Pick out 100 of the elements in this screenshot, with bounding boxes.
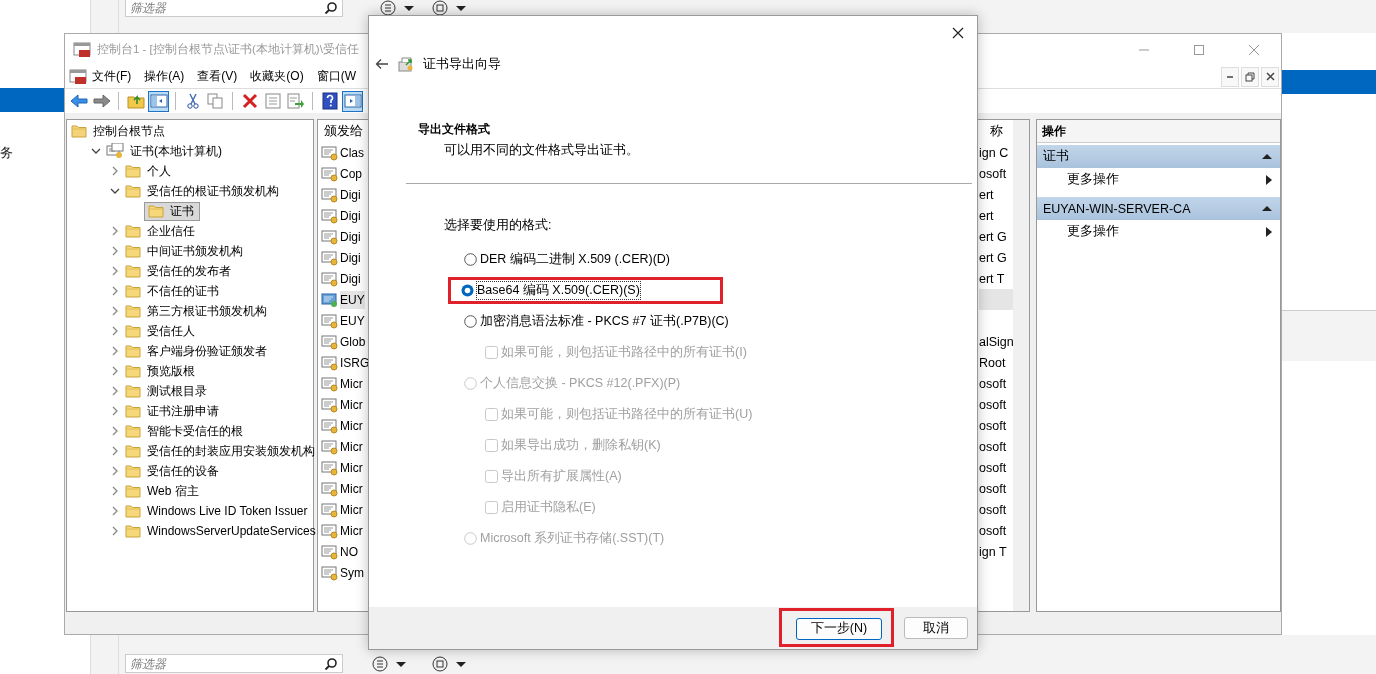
table-cell[interactable]: Digi [340, 185, 361, 204]
scrollbar[interactable] [1013, 120, 1029, 611]
option-label[interactable]: DER 编码二进制 X.509 (.CER)(D) [480, 251, 671, 268]
search-icon[interactable] [324, 1, 338, 15]
tree-item[interactable]: 测试根目录 [145, 382, 209, 400]
table-cell[interactable]: Micr [340, 437, 363, 456]
radio-button[interactable] [464, 315, 477, 328]
maximize-icon[interactable] [1192, 43, 1205, 56]
table-cell[interactable]: EUY [340, 290, 365, 309]
tree-item[interactable]: 受信任的封装应用安装颁发机构 [145, 442, 317, 460]
table-cell[interactable]: Digi [340, 227, 361, 246]
collapsed-chevron-icon[interactable] [110, 226, 120, 236]
tree-item[interactable]: Web 宿主 [145, 482, 201, 500]
action-item[interactable]: 更多操作 [1037, 220, 1280, 243]
collapse-icon[interactable] [1262, 153, 1272, 160]
close-button[interactable] [1261, 66, 1279, 87]
next-button[interactable]: 下一步(N) [796, 617, 882, 640]
collapsed-chevron-icon[interactable] [110, 266, 120, 276]
table-cell[interactable]: Micr [340, 479, 363, 498]
collapsed-chevron-icon[interactable] [110, 166, 120, 176]
table-cell[interactable]: Micr [340, 458, 363, 477]
filter-field[interactable]: 筛选器 [125, 654, 343, 673]
radio-button[interactable] [461, 284, 474, 297]
table-cell[interactable]: Micr [340, 500, 363, 519]
collapsed-chevron-icon[interactable] [110, 446, 120, 456]
tree-item[interactable]: 中间证书颁发机构 [145, 242, 245, 260]
cancel-button[interactable]: 取消 [904, 617, 968, 639]
table-cell[interactable]: Micr [340, 395, 363, 414]
help-button[interactable] [319, 90, 340, 112]
export-button[interactable] [285, 90, 306, 112]
tree-item[interactable]: WindowsServerUpdateServices [145, 524, 318, 538]
tree-item[interactable]: 证书 [144, 201, 200, 221]
collapsed-chevron-icon[interactable] [110, 466, 120, 476]
table-cell[interactable]: Micr [340, 374, 363, 393]
tree-item[interactable]: 不信任的证书 [145, 282, 221, 300]
option-label[interactable]: Base64 编码 X.509(.CER)(S) [477, 282, 640, 299]
tree-item[interactable]: 证书(本地计算机) [128, 142, 224, 160]
collapsed-chevron-icon[interactable] [110, 346, 120, 356]
list-view-icon[interactable] [380, 0, 416, 16]
tree-item[interactable]: 受信任的设备 [145, 462, 221, 480]
collapsed-chevron-icon[interactable] [110, 286, 120, 296]
collapsed-chevron-icon[interactable] [110, 426, 120, 436]
menu-item[interactable]: 操作(A) [139, 66, 190, 87]
collapsed-chevron-icon[interactable] [110, 406, 120, 416]
app-icon[interactable] [69, 68, 87, 85]
search-icon[interactable] [324, 657, 338, 671]
close-icon[interactable] [952, 27, 964, 39]
tree-pane-button[interactable] [148, 90, 169, 112]
restore-button[interactable] [1241, 66, 1259, 87]
column-header[interactable]: 称 [984, 123, 1003, 138]
tree-item[interactable]: 客户端身份验证颁发者 [145, 342, 269, 360]
option-label[interactable]: 加密消息语法标准 - PKCS #7 证书(.P7B)(C) [480, 313, 729, 330]
menu-item[interactable]: 收藏夹(O) [245, 66, 309, 87]
table-cell[interactable]: ISRG [340, 353, 370, 372]
action-pane-button[interactable] [342, 90, 363, 112]
save-icon[interactable] [432, 0, 468, 16]
collapsed-chevron-icon[interactable] [110, 366, 120, 376]
menu-item[interactable]: 文件(F) [87, 66, 137, 87]
table-cell[interactable]: Micr [340, 416, 363, 435]
action-item[interactable]: 更多操作 [1037, 168, 1280, 191]
table-cell[interactable]: Sym [340, 563, 364, 582]
expanded-chevron-icon[interactable] [91, 146, 101, 156]
collapsed-chevron-icon[interactable] [110, 306, 120, 316]
collapsed-chevron-icon[interactable] [110, 326, 120, 336]
collapsed-chevron-icon[interactable] [110, 506, 120, 516]
tree-item[interactable]: 证书注册申请 [145, 402, 221, 420]
copy-button[interactable] [205, 90, 226, 112]
tree-item[interactable]: 受信任人 [145, 322, 197, 340]
tree-item[interactable]: 第三方根证书颁发机构 [145, 302, 269, 320]
back-button[interactable] [375, 58, 389, 70]
collapsed-chevron-icon[interactable] [110, 526, 120, 536]
tree-item[interactable]: 企业信任 [145, 222, 197, 240]
table-cell[interactable]: Digi [340, 269, 361, 288]
section-header[interactable]: EUYAN-WIN-SERVER-CA [1037, 197, 1280, 220]
collapse-icon[interactable] [1262, 205, 1272, 212]
table-cell[interactable]: Cop [340, 164, 362, 183]
tree-item[interactable]: 预览版根 [145, 362, 197, 380]
section-header[interactable]: 证书 [1037, 145, 1280, 168]
table-cell[interactable]: NO [340, 542, 358, 561]
table-cell[interactable]: Micr [340, 521, 363, 540]
tree-item[interactable]: 控制台根节点 [91, 122, 167, 140]
minimize-button[interactable] [1221, 66, 1239, 87]
table-cell[interactable]: Clas [340, 143, 364, 162]
radio-button[interactable] [464, 253, 477, 266]
tree-item[interactable]: 受信任的根证书颁发机构 [145, 182, 281, 200]
tree-item[interactable]: 个人 [145, 162, 173, 180]
filter-field[interactable]: 筛选器 [125, 0, 343, 17]
tree-item[interactable]: 受信任的发布者 [145, 262, 233, 280]
expanded-chevron-icon[interactable] [110, 186, 120, 196]
tree-item[interactable]: 智能卡受信任的根 [145, 422, 245, 440]
table-cell[interactable]: Digi [340, 206, 361, 225]
collapsed-chevron-icon[interactable] [110, 386, 120, 396]
save-icon[interactable] [432, 656, 468, 672]
collapsed-chevron-icon[interactable] [110, 486, 120, 496]
tree-item[interactable]: Windows Live ID Token Issuer [145, 504, 310, 518]
menu-item[interactable]: 窗口(W [311, 66, 361, 87]
table-cell[interactable]: Glob [340, 332, 366, 351]
table-cell[interactable]: EUY [340, 311, 365, 330]
menu-item[interactable]: 查看(V) [192, 66, 243, 87]
table-cell[interactable]: Digi [340, 248, 361, 267]
